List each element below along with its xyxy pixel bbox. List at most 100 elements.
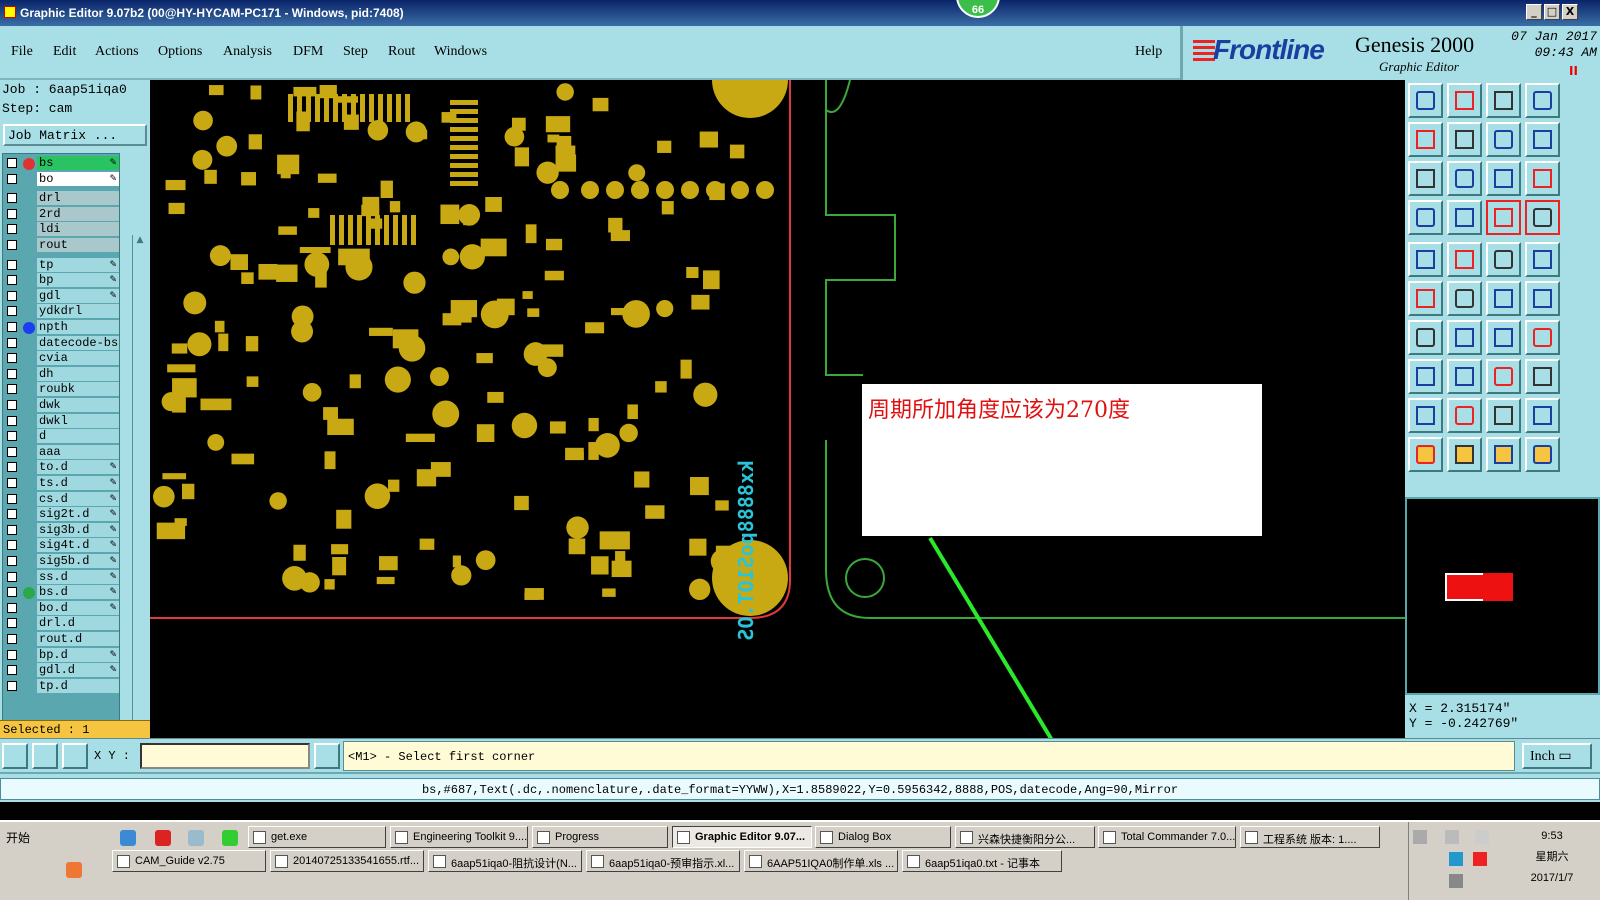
layer-name[interactable]: dh: [37, 366, 119, 381]
calculator-icon[interactable]: [188, 830, 204, 846]
layer-row-datecode-bs[interactable]: datecode-bs: [3, 335, 121, 351]
taskbar-button[interactable]: 6aap51iqa0-阻抗设计(N...: [428, 850, 582, 872]
layer-row-ss-d[interactable]: ss.d ✎: [3, 569, 121, 585]
transform-icon[interactable]: [1408, 359, 1443, 394]
layer-name[interactable]: npth: [37, 320, 119, 334]
menu-step[interactable]: Step: [343, 44, 368, 60]
preview-window[interactable]: [1405, 497, 1600, 695]
layer-checkbox[interactable]: [7, 665, 17, 676]
layer-checkbox[interactable]: [7, 368, 17, 379]
job-matrix-button[interactable]: Job Matrix ...: [3, 124, 147, 146]
snap-icon[interactable]: [2, 743, 28, 769]
layer-checkbox[interactable]: [7, 158, 17, 168]
tray-icon[interactable]: [1475, 830, 1489, 844]
layer-row-bo[interactable]: bo ✎: [3, 171, 121, 187]
menu-rout[interactable]: Rout: [388, 44, 415, 60]
arrow-icon[interactable]: [1408, 437, 1443, 472]
datecode-text[interactable]: kx8888poS1OT.OS: [734, 460, 758, 641]
layer-scrollbar[interactable]: ▲ ▼: [132, 235, 146, 783]
center-icon[interactable]: [1447, 161, 1482, 196]
taskbar-button[interactable]: 6aap51iqa0-预审指示.xl...: [586, 850, 740, 872]
span-icon[interactable]: [1486, 359, 1521, 394]
move-icon[interactable]: [1486, 281, 1521, 316]
taskbar-button[interactable]: 兴森快捷衡阳分公...: [955, 826, 1095, 848]
redraw-icon[interactable]: [1525, 122, 1560, 157]
arc-icon[interactable]: [1447, 398, 1482, 433]
layer-name[interactable]: cvia: [37, 351, 119, 366]
taskbar-button[interactable]: 6aap51iqa0.txt - 记事本: [902, 850, 1062, 872]
layer-row-dh[interactable]: dh: [3, 366, 121, 382]
layer-name[interactable]: ldi: [37, 222, 119, 237]
minus-icon[interactable]: [1447, 359, 1482, 394]
flip-icon[interactable]: [1486, 122, 1521, 157]
layer-row-gdl-d[interactable]: gdl.d ✎: [3, 663, 121, 678]
measure-icon[interactable]: [32, 743, 58, 769]
select-icon[interactable]: [1447, 242, 1482, 277]
tray-icon[interactable]: [1445, 830, 1459, 844]
slash-icon[interactable]: [1447, 320, 1482, 355]
grid-icon[interactable]: [62, 743, 88, 769]
layer-checkbox[interactable]: [7, 415, 17, 426]
layer-checkbox[interactable]: [7, 446, 17, 457]
layer-name[interactable]: dwk: [37, 398, 119, 412]
layer-name[interactable]: tp.d: [37, 678, 119, 693]
layer-name[interactable]: sig5b.d: [37, 554, 119, 568]
layer-row-bo-d[interactable]: bo.d ✎: [3, 600, 121, 616]
layer-checkbox[interactable]: [7, 509, 17, 520]
layer-row-bs[interactable]: bs ✎: [3, 156, 121, 171]
layer-name[interactable]: dwkl: [37, 413, 119, 428]
layer-row-d[interactable]: d: [3, 429, 121, 444]
layer-row-ydkdrl[interactable]: ydkdrl: [3, 304, 121, 319]
layer-name[interactable]: datecode-bs: [37, 335, 119, 350]
layer-name[interactable]: bp.d: [37, 647, 119, 662]
layer-name[interactable]: to.d: [37, 460, 119, 475]
layer-row-ts-d[interactable]: ts.d ✎: [3, 476, 121, 491]
layer-checkbox[interactable]: [7, 587, 17, 598]
layer-row-sig4t-d[interactable]: sig4t.d ✎: [3, 538, 121, 553]
pointer-icon[interactable]: [1486, 437, 1521, 472]
layer-name[interactable]: ydkdrl: [37, 304, 119, 319]
layer-row-bp-d[interactable]: bp.d ✎: [3, 647, 121, 663]
layer-name[interactable]: roubk: [37, 382, 119, 397]
layer-row-bs-d[interactable]: bs.d ✎: [3, 585, 121, 600]
layer-row-aaa[interactable]: aaa: [3, 444, 121, 460]
layer-checkbox[interactable]: [7, 680, 17, 691]
layer-checkbox[interactable]: [7, 384, 17, 395]
layer-checkbox[interactable]: [7, 462, 17, 473]
layer-row-gdl[interactable]: gdl ✎: [3, 288, 121, 304]
quicklaunch-icon[interactable]: [120, 830, 136, 846]
layer-checkbox[interactable]: [7, 431, 17, 442]
xy-input[interactable]: [140, 743, 310, 769]
layer-row-roubk[interactable]: roubk: [3, 382, 121, 397]
grid-icon[interactable]: [1447, 200, 1482, 235]
layer-row-sig2t-d[interactable]: sig2t.d ✎: [3, 507, 121, 522]
pan-right-icon[interactable]: [1447, 122, 1482, 157]
input-mode-icon[interactable]: [314, 743, 340, 769]
layer-row-cvia[interactable]: cvia: [3, 351, 121, 366]
snap-icon[interactable]: [1486, 200, 1521, 235]
layer-checkbox[interactable]: [7, 571, 17, 582]
layer-row-sig5b-d[interactable]: sig5b.d ✎: [3, 554, 121, 569]
layer-name[interactable]: tp: [37, 257, 119, 272]
measure-icon[interactable]: [1525, 200, 1560, 235]
layer-name[interactable]: rout: [37, 238, 119, 252]
layer-checkbox[interactable]: [7, 193, 17, 204]
layer-row-to-d[interactable]: to.d ✎: [3, 460, 121, 475]
copy-icon[interactable]: [1525, 281, 1560, 316]
menu-actions[interactable]: Actions: [95, 44, 139, 60]
layer-checkbox[interactable]: [7, 306, 17, 317]
layer-checkbox[interactable]: [7, 173, 17, 184]
taskbar-button[interactable]: Engineering Toolkit 9....: [390, 826, 528, 848]
layer-checkbox[interactable]: [7, 322, 17, 332]
layer-row-dwkl[interactable]: dwkl: [3, 413, 121, 429]
triangle-icon[interactable]: [1408, 398, 1443, 433]
minimize-button[interactable]: _: [1526, 4, 1542, 20]
layer-checkbox[interactable]: [7, 275, 17, 286]
rotate-icon[interactable]: [1486, 320, 1521, 355]
camera-icon[interactable]: [1408, 242, 1443, 277]
layer-row-tp-d[interactable]: tp.d: [3, 678, 121, 694]
layer-row-rout-d[interactable]: rout.d: [3, 632, 121, 647]
app-icon[interactable]: [66, 862, 82, 878]
pdf-icon[interactable]: [155, 830, 171, 846]
ruler-icon[interactable]: [1486, 242, 1521, 277]
